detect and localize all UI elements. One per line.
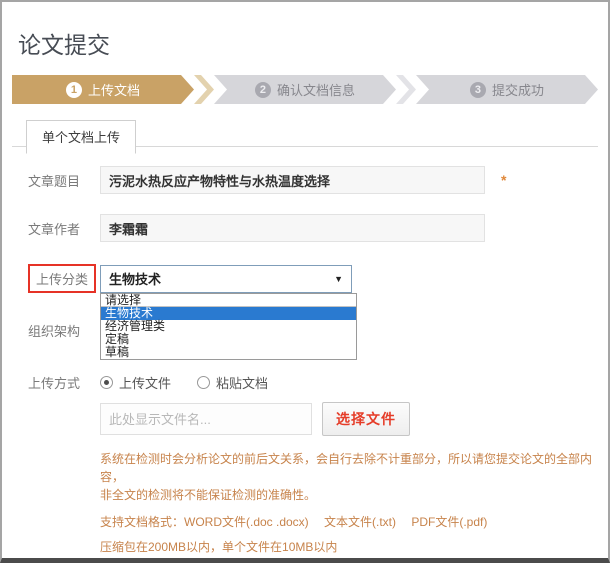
notice-size-limits: 压缩包在200MB以内，单个文件在10MB以内 xyxy=(100,538,598,556)
notice-context-analysis: 系统在检测时会分析论文的前后文关系，会自行去除不计重部分，所以请您提交论文的全部… xyxy=(100,450,598,486)
upload-category-label-highlighted: 上传分类 xyxy=(28,264,96,293)
radio-selected-icon[interactable] xyxy=(100,376,113,389)
dropdown-option-economics-management[interactable]: 经济管理类 xyxy=(101,320,356,333)
step-progress-bar: 1 上传文档 2 确认文档信息 3 提交成功 xyxy=(12,75,598,104)
radio-option-paste-document[interactable]: 粘贴文档 xyxy=(197,373,268,392)
step-confirm-info: 2 确认文档信息 xyxy=(214,75,396,104)
article-author-input[interactable] xyxy=(100,214,485,242)
article-title-row: 文章题目 * xyxy=(28,166,598,194)
file-name-display-input[interactable] xyxy=(100,403,312,435)
upload-method-options: 上传文件 粘贴文档 xyxy=(100,373,268,392)
step-label: 上传文档 xyxy=(88,80,140,99)
upload-category-row: 上传分类 生物技术 ▼ 请选择 生物技术 经济管理类 定稿 草稿 xyxy=(28,264,598,293)
radio-option-upload-file[interactable]: 上传文件 xyxy=(100,373,171,392)
upload-method-row: 上传方式 上传文件 粘贴文档 xyxy=(28,372,598,392)
radio-unselected-icon[interactable] xyxy=(197,376,210,389)
choose-file-button[interactable]: 选择文件 xyxy=(322,402,410,436)
upload-category-select[interactable]: 生物技术 ▼ xyxy=(100,265,352,293)
article-author-row: 文章作者 xyxy=(28,214,598,242)
chevron-down-icon: ▼ xyxy=(334,274,343,284)
tab-single-document-upload[interactable]: 单个文档上传 xyxy=(26,120,136,154)
radio-label: 上传文件 xyxy=(119,373,171,392)
selected-category-value: 生物技术 xyxy=(109,269,161,288)
upload-method-label: 上传方式 xyxy=(28,373,100,392)
required-asterisk: * xyxy=(501,172,506,188)
step-label: 提交成功 xyxy=(492,80,544,99)
step-number-badge: 2 xyxy=(255,82,271,98)
dropdown-option-final-draft[interactable]: 定稿 xyxy=(101,333,356,346)
chevron-separator-icon xyxy=(194,75,214,104)
notice-accuracy: 非全文的检测将不能保证检测的准确性。 xyxy=(100,486,598,504)
file-select-row: 选择文件 xyxy=(28,402,598,436)
paper-submission-window: 论文提交 1 上传文档 2 确认文档信息 3 提交成功 单个文档上传 文章题目 … xyxy=(0,0,610,563)
category-dropdown-list: 请选择 生物技术 经济管理类 定稿 草稿 xyxy=(100,293,357,360)
step-label: 确认文档信息 xyxy=(277,80,355,99)
step-upload-document: 1 上传文档 xyxy=(12,75,194,104)
step-submit-success: 3 提交成功 xyxy=(416,75,598,104)
article-author-label: 文章作者 xyxy=(28,219,100,238)
upload-category-label-wrap: 上传分类 xyxy=(28,264,100,293)
article-title-label: 文章题目 xyxy=(28,171,100,190)
step-number-badge: 3 xyxy=(470,82,486,98)
page-content: 论文提交 1 上传文档 2 确认文档信息 3 提交成功 单个文档上传 文章题目 … xyxy=(2,26,608,563)
chevron-separator-icon xyxy=(396,75,416,104)
notice-supported-formats: 支持文档格式：WORD文件(.doc .docx) 文本文件(.txt) PDF… xyxy=(100,513,598,531)
article-title-input[interactable] xyxy=(100,166,485,194)
tab-bar: 单个文档上传 xyxy=(12,119,598,147)
step-number-badge: 1 xyxy=(66,82,82,98)
dropdown-option-draft[interactable]: 草稿 xyxy=(101,346,356,359)
organization-structure-label: 组织架构 xyxy=(28,321,100,340)
radio-label: 粘贴文档 xyxy=(216,373,268,392)
page-title: 论文提交 xyxy=(18,26,598,60)
notice-block: 系统在检测时会分析论文的前后文关系，会自行去除不计重部分，所以请您提交论文的全部… xyxy=(100,450,598,563)
dropdown-option-biotech[interactable]: 生物技术 xyxy=(101,307,356,320)
upload-category-select-wrap: 生物技术 ▼ 请选择 生物技术 经济管理类 定稿 草稿 xyxy=(100,265,352,293)
dropdown-option-please-select[interactable]: 请选择 xyxy=(101,294,356,307)
